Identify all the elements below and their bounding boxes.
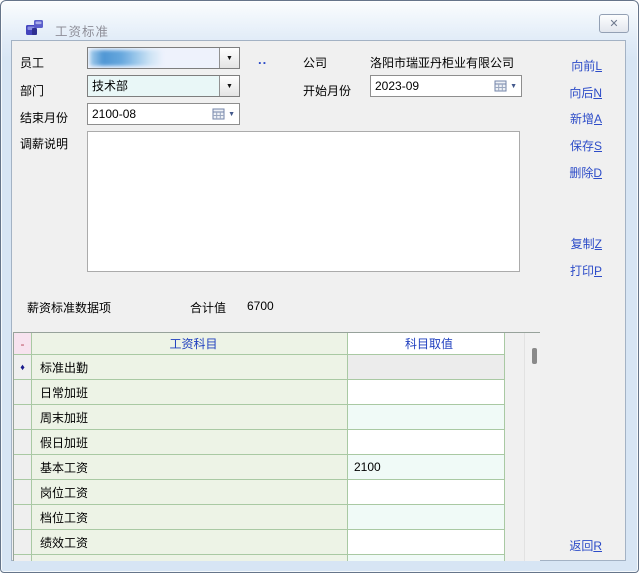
chevron-down-icon: ▼: [226, 83, 233, 90]
link-save[interactable]: 保存S: [570, 137, 602, 154]
return-accel: R: [593, 539, 602, 553]
link-label: 向前: [571, 59, 595, 73]
table-cell-subject: 岗位工资: [32, 480, 348, 505]
table-cell-subject: 档位工资: [32, 505, 348, 530]
table-cell-subject: 工龄工资: [32, 555, 348, 561]
row-marker: ♦: [14, 355, 32, 380]
row-marker: [14, 455, 32, 480]
department-dropdown-button[interactable]: ▼: [219, 76, 239, 96]
chevron-down-icon: ▼: [226, 55, 233, 62]
row-marker: [14, 405, 32, 430]
close-button[interactable]: ✕: [599, 14, 629, 33]
row-marker: [14, 530, 32, 555]
chevron-down-icon[interactable]: ▼: [510, 83, 517, 90]
column-header-subject[interactable]: 工资科目: [32, 333, 348, 355]
table-cell-subject: 绩效工资: [32, 530, 348, 555]
link-print[interactable]: 打印P: [570, 262, 602, 279]
current-row-icon: ♦: [20, 362, 25, 372]
window-title: 工资标准: [55, 21, 109, 40]
link-copy[interactable]: 复制Z: [571, 235, 602, 252]
redaction-blur: [90, 50, 164, 66]
link-delete[interactable]: 删除D: [569, 164, 602, 181]
table-cell-value[interactable]: 2100: [348, 455, 505, 480]
link-label: 删除: [569, 166, 593, 180]
table-cell-value[interactable]: [348, 530, 505, 555]
table-cell-value[interactable]: [348, 380, 505, 405]
table-cell-value[interactable]: [348, 355, 505, 380]
table-cell-value[interactable]: [348, 430, 505, 455]
employee-dropdown-button[interactable]: ▼: [219, 48, 239, 68]
link-return[interactable]: 返回R: [569, 537, 602, 554]
window-frame: 工资标准 ✕ 员工 部门 结束月份 调薪说明 ▼ .. 技术部 ▼: [0, 0, 639, 573]
close-icon: ✕: [609, 17, 618, 30]
table-cell-subject: 标准出勤: [32, 355, 348, 380]
company-value: 洛阳市瑞亚丹柜业有限公司: [370, 54, 514, 71]
department-label: 部门: [20, 82, 44, 99]
link-backward[interactable]: 向后N: [569, 84, 602, 101]
employee-value-redacted: [88, 48, 219, 68]
total-label: 合计值: [190, 299, 226, 316]
row-marker: [14, 505, 32, 530]
table-corner-header[interactable]: -: [14, 333, 32, 355]
row-marker: [14, 480, 32, 505]
title-bar[interactable]: 工资标准 ✕: [1, 1, 638, 39]
employee-combobox[interactable]: ▼: [87, 47, 240, 69]
department-combobox[interactable]: 技术部 ▼: [87, 75, 240, 97]
screen: 工资标准 ✕ 员工 部门 结束月份 调薪说明 ▼ .. 技术部 ▼: [0, 0, 639, 573]
dialog-body: 员工 部门 结束月份 调薪说明 ▼ .. 技术部 ▼ 2100-08: [11, 40, 626, 561]
start-month-value: 2023-09: [371, 79, 494, 93]
total-value: 6700: [247, 299, 274, 313]
link-accel: L: [595, 59, 602, 73]
row-marker: [14, 430, 32, 455]
end-month-label: 结束月份: [20, 109, 68, 126]
link-accel: P: [594, 264, 602, 278]
link-label: 打印: [570, 264, 594, 278]
start-month-label: 开始月份: [303, 82, 351, 99]
column-header-value[interactable]: 科目取值: [348, 333, 505, 355]
chevron-down-icon[interactable]: ▼: [228, 111, 235, 118]
table-cell-value[interactable]: [348, 505, 505, 530]
calendar-icon: [212, 108, 226, 121]
link-label: 保存: [570, 139, 594, 153]
start-month-field[interactable]: 2023-09 ▼: [370, 75, 522, 97]
table-cell-value[interactable]: [348, 480, 505, 505]
row-marker: [14, 380, 32, 405]
scrollbar-thumb[interactable]: [532, 348, 537, 364]
table-cell-value[interactable]: [348, 405, 505, 430]
calendar-icon: [494, 80, 508, 93]
return-label: 返回: [569, 539, 593, 553]
link-label: 复制: [571, 237, 595, 251]
link-accel: S: [594, 139, 602, 153]
table-section-label: 薪资标准数据项: [27, 299, 111, 316]
company-label: 公司: [303, 54, 327, 71]
employee-label: 员工: [20, 54, 44, 71]
link-label: 新增: [570, 112, 594, 126]
table-cell-value[interactable]: [348, 555, 505, 561]
end-month-field[interactable]: 2100-08 ▼: [87, 103, 240, 125]
table-cell-subject: 周末加班: [32, 405, 348, 430]
table-scrollbar[interactable]: [524, 333, 540, 561]
end-month-value: 2100-08: [88, 107, 212, 121]
salary-items-table: -工资科目科目取值 ♦ 标准出勤日常加班周末加班假日加班基本工资2100岗位工资档位…: [13, 332, 540, 561]
link-accel: N: [593, 86, 602, 100]
table-cell-subject: 日常加班: [32, 380, 348, 405]
link-new[interactable]: 新增A: [570, 110, 602, 127]
link-forward[interactable]: 向前L: [571, 57, 602, 74]
app-icon: [25, 19, 44, 36]
table-cell-subject: 基本工资: [32, 455, 348, 480]
row-marker: [14, 555, 32, 561]
note-label: 调薪说明: [20, 135, 68, 152]
link-accel: Z: [595, 237, 602, 251]
link-label: 向后: [569, 86, 593, 100]
table-grid: -工资科目科目取值 ♦ 标准出勤日常加班周末加班假日加班基本工资2100岗位工资档位…: [14, 333, 505, 561]
link-accel: D: [593, 166, 602, 180]
note-textarea[interactable]: [87, 131, 520, 272]
table-cell-subject: 假日加班: [32, 430, 348, 455]
employee-browse-link[interactable]: ..: [258, 52, 267, 67]
department-value: 技术部: [88, 76, 219, 96]
link-accel: A: [594, 112, 602, 126]
